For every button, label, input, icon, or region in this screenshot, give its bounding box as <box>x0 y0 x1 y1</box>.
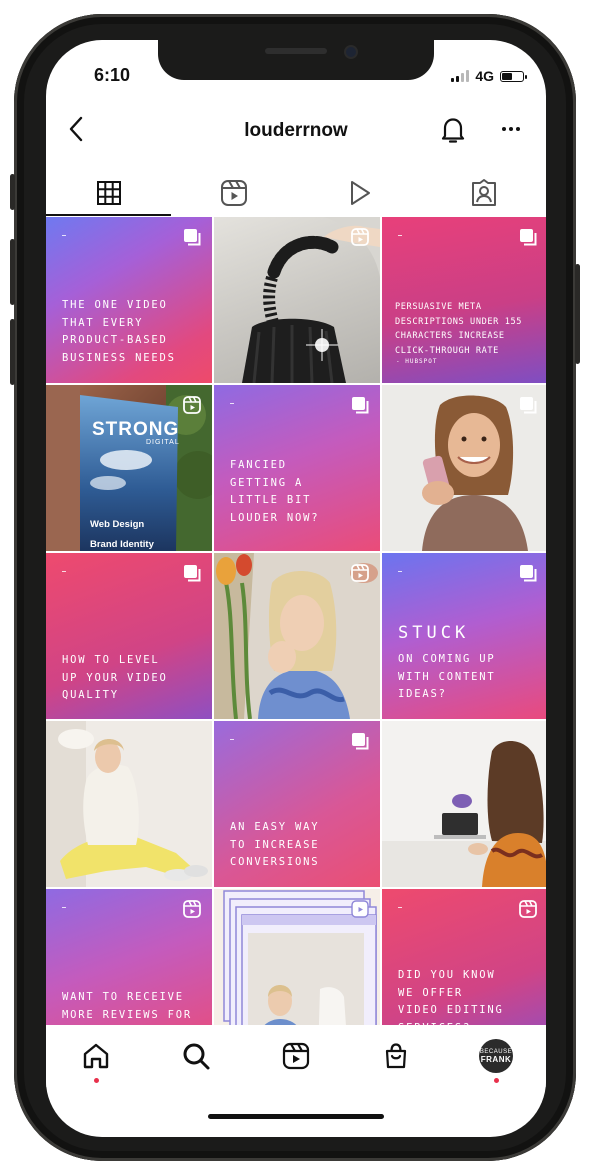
brand-line-1: Web Design <box>90 519 145 530</box>
post-caption: PERSUASIVE META DESCRIPTIONS UNDER 155 C… <box>395 302 523 356</box>
nav-shop[interactable] <box>346 1025 446 1087</box>
carousel-icon <box>184 565 201 582</box>
reel-icon <box>351 228 369 246</box>
reels-icon <box>282 1042 310 1070</box>
page-title: louderrnow <box>244 120 348 141</box>
power-button <box>575 264 580 364</box>
tab-videos[interactable] <box>296 170 421 216</box>
carousel-icon <box>352 733 369 750</box>
post-caption: FANCIED GETTING A LITTLE BIT LOUDER NOW? <box>230 459 320 524</box>
tab-tagged[interactable] <box>421 170 546 216</box>
post-tile-5[interactable]: FANCIED GETTING A LITTLE BIT LOUDER NOW? <box>214 385 380 551</box>
notification-dot <box>93 1078 99 1083</box>
brand-line-2: Brand Identity <box>90 539 154 550</box>
post-tile-6[interactable] <box>382 385 546 551</box>
woman-desk-photo <box>382 721 546 887</box>
search-icon <box>183 1043 210 1070</box>
posts-grid: THE ONE VIDEO THAT EVERY PRODUCT-BASED B… <box>46 217 546 1025</box>
front-camera <box>346 47 356 57</box>
tab-grid[interactable] <box>46 170 171 216</box>
home-indicator[interactable] <box>208 1114 384 1119</box>
nav-profile[interactable]: BECAUSE FRANK <box>446 1025 546 1087</box>
grid-icon <box>96 181 121 205</box>
notification-dot <box>493 1078 499 1083</box>
post-caption: DID YOU KNOW WE OFFER VIDEO EDITING SERV… <box>398 969 504 1025</box>
carousel-icon <box>520 397 537 414</box>
post-tile-12[interactable] <box>382 721 546 887</box>
woman-sitting-photo <box>46 721 212 887</box>
shop-icon <box>385 1043 407 1069</box>
reels-icon <box>220 180 247 206</box>
bottom-nav: BECAUSE FRANK <box>46 1025 546 1087</box>
post-tile-8[interactable] <box>214 553 380 719</box>
post-tile-14[interactable] <box>214 889 380 1025</box>
reel-icon <box>351 564 369 582</box>
carousel-icon <box>520 229 537 246</box>
speaker <box>265 48 327 54</box>
reel-icon <box>519 900 537 918</box>
carousel-icon <box>184 229 201 246</box>
profile-header: louderrnow <box>46 110 546 154</box>
signal-icon <box>451 70 470 82</box>
notch <box>158 40 434 80</box>
status-time: 6:10 <box>94 65 131 85</box>
nav-reels[interactable] <box>246 1025 346 1087</box>
reel-icon <box>183 900 201 918</box>
status-icons: 4G <box>451 68 527 84</box>
battery-fill <box>502 72 512 80</box>
post-tile-1[interactable]: THE ONE VIDEO THAT EVERY PRODUCT-BASED B… <box>46 217 212 383</box>
post-tile-7[interactable]: HOW TO LEVEL UP YOUR VIDEO QUALITY <box>46 553 212 719</box>
post-tile-3[interactable]: PERSUASIVE META DESCRIPTIONS UNDER 155 C… <box>382 217 546 383</box>
nav-search[interactable] <box>146 1025 246 1087</box>
carousel-icon <box>352 397 369 414</box>
post-tile-10[interactable] <box>46 721 212 887</box>
play-icon <box>350 181 370 205</box>
post-caption-source: - HUBSPOT <box>396 358 438 365</box>
battery-icon <box>500 70 527 82</box>
post-tile-13[interactable]: WANT TO RECEIVE MORE REVIEWS FOR <box>46 889 212 1025</box>
tagged-user-icon <box>471 179 496 206</box>
post-caption: HOW TO LEVEL UP YOUR VIDEO QUALITY <box>62 654 168 701</box>
mute-switch <box>10 174 15 210</box>
volume-up-button <box>10 239 15 305</box>
home-icon <box>83 1043 109 1069</box>
post-tile-2[interactable] <box>214 217 380 383</box>
brand-sub: DIGITAL <box>146 439 180 446</box>
avatar-line-2: FRANK <box>480 1055 512 1064</box>
post-tile-9[interactable]: STUCK ON COMING UP WITH CONTENT IDEAS? <box>382 553 546 719</box>
volume-down-button <box>10 319 15 385</box>
post-caption: ON COMING UP WITH CONTENT IDEAS? <box>398 653 496 700</box>
more-horizontal-icon[interactable] <box>494 112 528 146</box>
post-caption: AN EASY WAY TO INCREASE CONVERSIONS <box>230 821 320 868</box>
post-tile-15[interactable]: DID YOU KNOW WE OFFER VIDEO EDITING SERV… <box>382 889 546 1025</box>
network-type: 4G <box>475 68 494 84</box>
phone-screen: 6:10 4G louderrnow THE ONE VIDEO THAT EV… <box>46 40 546 1137</box>
profile-tabs <box>46 170 546 216</box>
reel-icon <box>183 396 201 414</box>
avatar: BECAUSE FRANK <box>479 1039 513 1073</box>
tab-reels[interactable] <box>171 170 296 216</box>
nav-home[interactable] <box>46 1025 146 1087</box>
post-tile-11[interactable]: AN EASY WAY TO INCREASE CONVERSIONS <box>214 721 380 887</box>
post-heading: STUCK <box>398 623 470 643</box>
post-caption: WANT TO RECEIVE MORE REVIEWS FOR <box>62 991 192 1021</box>
post-tile-4[interactable]: STRONG DIGITAL Web Design Brand Identity <box>46 385 212 551</box>
brand-name: STRONG <box>92 419 180 440</box>
bell-icon[interactable] <box>436 112 470 146</box>
reel-icon <box>351 900 369 918</box>
carousel-icon <box>520 565 537 582</box>
post-caption: THE ONE VIDEO THAT EVERY PRODUCT-BASED B… <box>62 299 176 364</box>
